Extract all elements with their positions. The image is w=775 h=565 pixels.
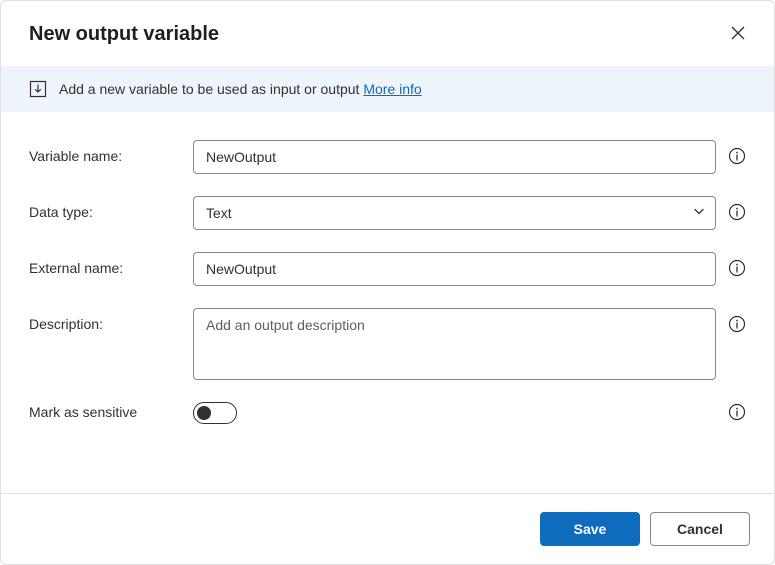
more-info-link[interactable]: More info [363, 81, 421, 97]
mark-sensitive-toggle[interactable] [193, 402, 237, 424]
row-description: Description: [29, 308, 746, 380]
external-name-control [193, 252, 746, 286]
close-icon [730, 25, 746, 44]
info-icon[interactable] [728, 403, 746, 424]
external-name-label: External name: [29, 252, 193, 276]
info-icon[interactable] [728, 147, 746, 168]
row-external-name: External name: [29, 252, 746, 286]
toggle-wrap [193, 402, 716, 424]
description-label: Description: [29, 308, 193, 332]
new-output-variable-dialog: New output variable Add a new variable t… [0, 0, 775, 565]
form-body: Variable name: Data type: Text [1, 112, 774, 493]
info-banner: Add a new variable to be used as input o… [1, 66, 774, 112]
dialog-footer: Save Cancel [1, 493, 774, 564]
mark-sensitive-label: Mark as sensitive [29, 402, 193, 420]
external-name-input[interactable] [193, 252, 716, 286]
banner-message: Add a new variable to be used as input o… [59, 81, 363, 97]
save-button[interactable]: Save [540, 512, 640, 546]
row-mark-sensitive: Mark as sensitive [29, 402, 746, 424]
info-icon[interactable] [728, 203, 746, 224]
toggle-knob [197, 406, 211, 420]
data-type-select-wrap: Text [193, 196, 716, 230]
variable-io-icon [29, 80, 47, 98]
close-button[interactable] [726, 21, 750, 48]
banner-text: Add a new variable to be used as input o… [59, 81, 422, 97]
description-control [193, 308, 746, 380]
data-type-select[interactable]: Text [193, 196, 716, 230]
variable-name-control [193, 140, 746, 174]
info-icon[interactable] [728, 259, 746, 280]
variable-name-label: Variable name: [29, 140, 193, 164]
data-type-control: Text [193, 196, 746, 230]
mark-sensitive-control [193, 402, 746, 424]
row-data-type: Data type: Text [29, 196, 746, 230]
variable-name-input[interactable] [193, 140, 716, 174]
info-icon[interactable] [728, 315, 746, 336]
dialog-header: New output variable [1, 1, 774, 66]
dialog-title: New output variable [29, 23, 219, 46]
data-type-label: Data type: [29, 196, 193, 220]
cancel-button[interactable]: Cancel [650, 512, 750, 546]
row-variable-name: Variable name: [29, 140, 746, 174]
description-textarea[interactable] [193, 308, 716, 380]
